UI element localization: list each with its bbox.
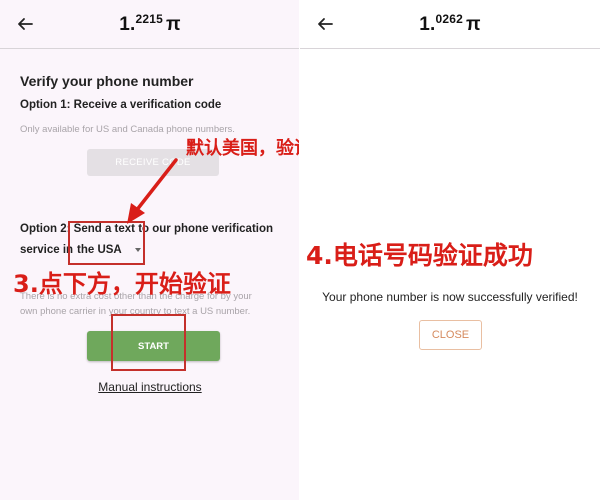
pi-symbol: π — [166, 14, 181, 35]
balance-whole: 1. — [119, 14, 136, 35]
top-bar: 1.2215 π — [0, 0, 300, 49]
start-highlight-box — [111, 314, 186, 371]
balance-decimals: 2215 — [135, 12, 163, 26]
balance-decimals: 0262 — [435, 12, 463, 26]
pi-symbol: π — [466, 14, 481, 35]
select-highlight-box — [68, 221, 145, 265]
pi-balance: 1.0262 π — [300, 12, 600, 36]
verify-phone-screen: 1.2215 π Verify your phone number Option … — [0, 0, 300, 500]
option2-label: Option 2: Send a text to our phone verif… — [20, 223, 274, 235]
verification-success-screen: 1.0262 π 4.电话号码验证成功 Your phone number is … — [300, 0, 600, 500]
page-title: Verify your phone number — [20, 73, 194, 89]
balance-whole: 1. — [419, 14, 436, 35]
step3-annotation: 3.点下方，开始验证 — [13, 270, 231, 298]
top-bar: 1.0262 π — [300, 0, 600, 49]
pi-balance: 1.2215 π — [0, 12, 300, 36]
close-button[interactable]: CLOSE — [419, 320, 482, 350]
success-message: Your phone number is now successfully ve… — [322, 290, 578, 304]
option1-label: Option 1: Receive a verification code — [20, 99, 222, 111]
manual-instructions-link[interactable]: Manual instructions — [0, 380, 300, 394]
option2-label-prefix: service in — [20, 244, 74, 256]
step4-annotation: 4.电话号码验证成功 — [306, 241, 533, 270]
